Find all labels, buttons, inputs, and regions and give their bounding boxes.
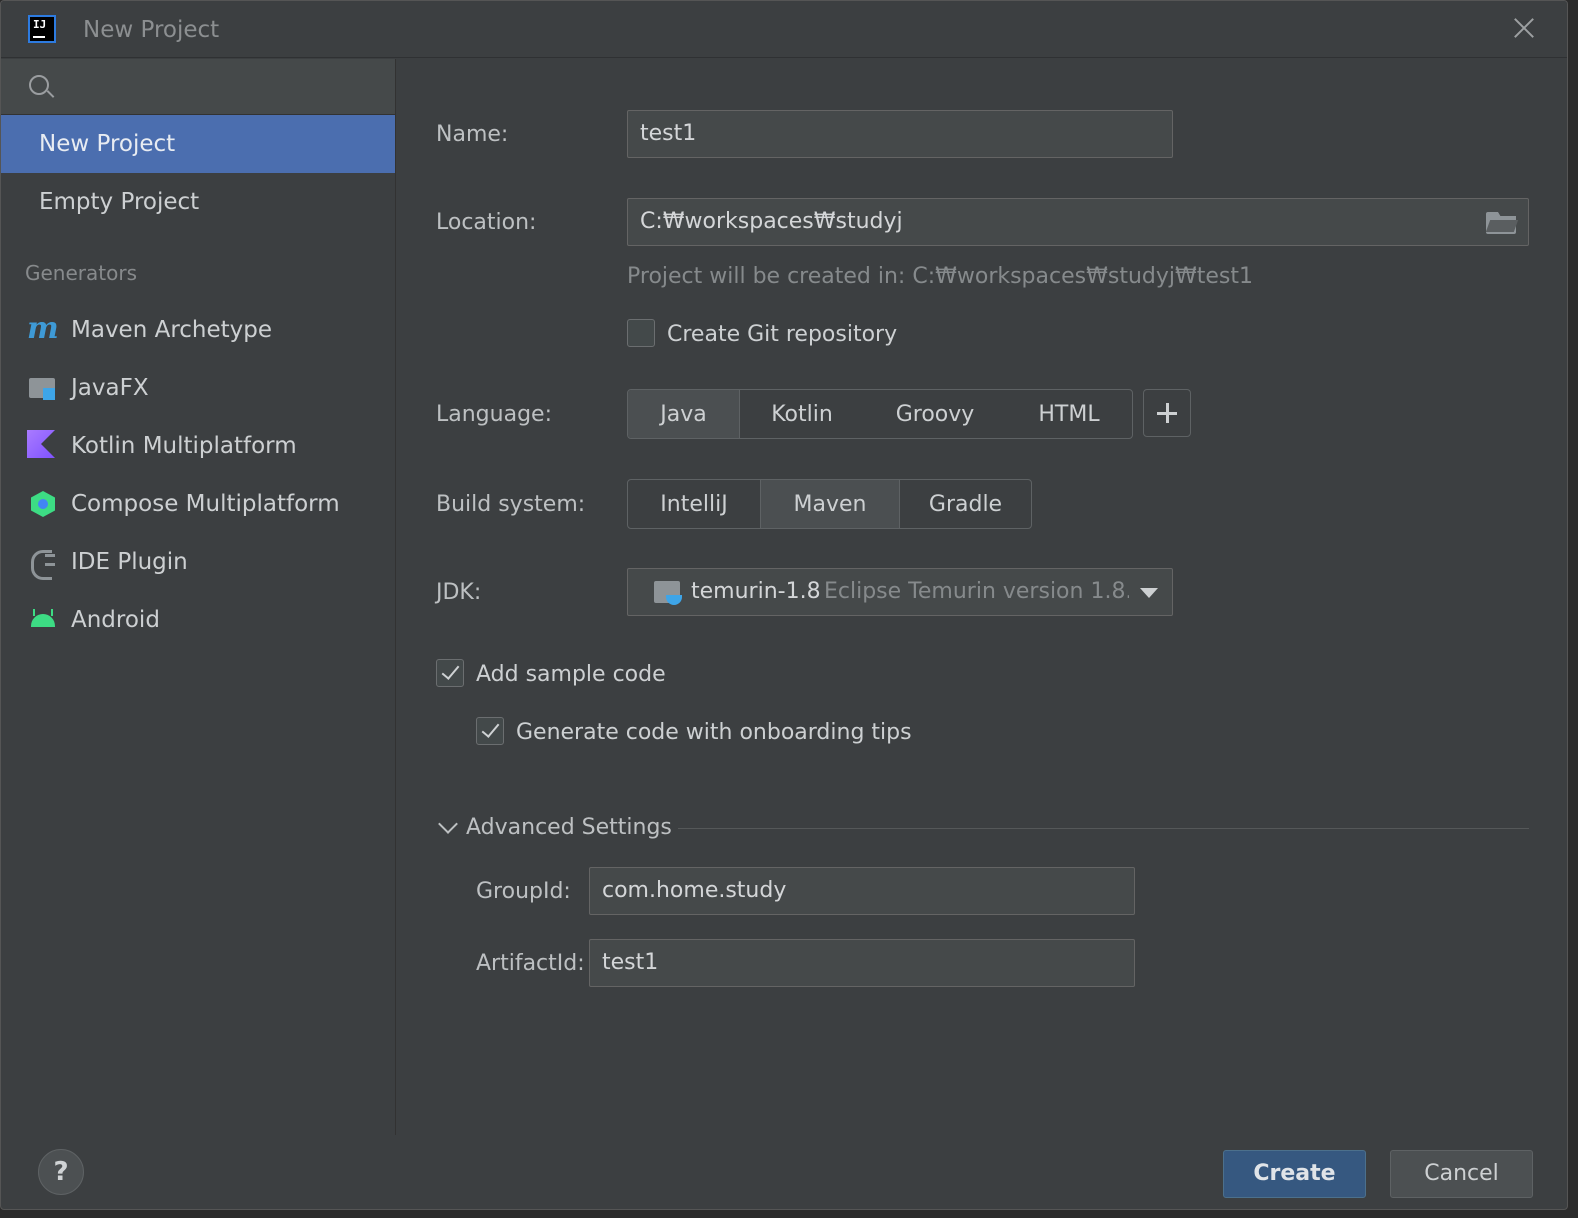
compose-icon: [27, 488, 59, 520]
dialog-title: New Project: [83, 17, 220, 43]
onboarding-tips-label: Generate code with onboarding tips: [516, 720, 912, 745]
sample-code-checkbox[interactable]: [436, 659, 464, 687]
jdk-dropdown[interactable]: temurin-1.8 Eclipse Temurin version 1.8.…: [627, 568, 1173, 616]
browse-folder-icon[interactable]: [1486, 210, 1516, 234]
generators-header: Generators: [25, 261, 137, 285]
name-label: Name:: [436, 122, 509, 147]
add-language-button[interactable]: [1143, 389, 1191, 437]
group-id-field[interactable]: com.home.study: [589, 867, 1135, 915]
sidebar-item-label: Kotlin Multiplatform: [71, 433, 297, 459]
maven-icon: m: [27, 311, 59, 346]
cancel-button[interactable]: Cancel: [1390, 1150, 1533, 1198]
chevron-down-icon[interactable]: [438, 814, 458, 834]
artifact-id-value: test1: [602, 950, 659, 975]
git-label: Create Git repository: [667, 322, 898, 347]
title-bar: IJ New Project: [1, 1, 1567, 58]
intellij-idea-icon: IJ: [28, 15, 56, 43]
sidebar-item-label: Android: [71, 607, 160, 633]
option-label: Kotlin: [771, 401, 833, 427]
location-value: C:₩workspaces₩studyj: [640, 209, 903, 234]
onboarding-tips-checkbox[interactable]: [476, 717, 504, 745]
location-field[interactable]: C:₩workspaces₩studyj: [627, 198, 1529, 246]
build-option-intellij[interactable]: IntelliJ: [628, 480, 760, 528]
option-label: Maven: [793, 491, 867, 517]
sidebar-item-new-project[interactable]: New Project: [1, 115, 395, 173]
artifact-id-field[interactable]: test1: [589, 939, 1135, 987]
kotlin-icon: [27, 430, 59, 462]
build-option-maven[interactable]: Maven: [760, 480, 900, 528]
name-field[interactable]: test1: [627, 110, 1173, 158]
jdk-label: JDK:: [436, 580, 482, 605]
git-checkbox[interactable]: [627, 319, 655, 347]
language-option-kotlin[interactable]: Kotlin: [740, 390, 864, 438]
sidebar-item-android[interactable]: Android: [1, 591, 395, 649]
sidebar-item-compose-multiplatform[interactable]: Compose Multiplatform: [1, 475, 395, 533]
sidebar-item-label: IDE Plugin: [71, 549, 188, 575]
plugin-icon: [27, 546, 59, 580]
advanced-settings-toggle[interactable]: Advanced Settings: [466, 815, 672, 840]
option-label: IntelliJ: [660, 491, 728, 517]
option-label: Groovy: [895, 401, 975, 427]
javafx-icon: [27, 372, 59, 404]
create-button[interactable]: Create: [1223, 1150, 1366, 1198]
language-label: Language:: [436, 402, 552, 427]
sidebar-item-label: Maven Archetype: [71, 317, 273, 343]
sidebar-item-ide-plugin[interactable]: IDE Plugin: [1, 533, 395, 591]
sidebar-item-label: JavaFX: [71, 375, 149, 401]
option-label: Gradle: [928, 491, 1003, 517]
artifact-id-label: ArtifactId:: [476, 951, 585, 976]
build-option-gradle[interactable]: Gradle: [900, 480, 1031, 528]
help-button[interactable]: ?: [38, 1149, 84, 1195]
sample-code-label: Add sample code: [476, 662, 666, 687]
sidebar-item-label: Empty Project: [39, 189, 200, 215]
android-icon: [27, 604, 59, 636]
sidebar-item-label: New Project: [39, 131, 176, 157]
sidebar-search[interactable]: [1, 59, 395, 115]
option-label: HTML: [1038, 401, 1100, 427]
sidebar-item-empty-project[interactable]: Empty Project: [1, 173, 395, 231]
location-hint: Project will be created in: C:₩workspace…: [627, 264, 1253, 289]
sidebar-item-maven-archetype[interactable]: m Maven Archetype: [1, 301, 395, 359]
build-system-label: Build system:: [436, 492, 586, 517]
language-option-html[interactable]: HTML: [1006, 390, 1132, 438]
language-option-groovy[interactable]: Groovy: [864, 390, 1006, 438]
jdk-name: temurin-1.8: [691, 579, 821, 604]
group-id-value: com.home.study: [602, 878, 787, 903]
name-value: test1: [640, 121, 697, 146]
new-project-dialog: IJ New Project New Project Empty Project…: [0, 0, 1568, 1210]
location-label: Location:: [436, 210, 537, 235]
sidebar-item-kotlin-multiplatform[interactable]: Kotlin Multiplatform: [1, 417, 395, 475]
section-divider: [678, 828, 1529, 829]
build-system-selector: IntelliJ Maven Gradle: [627, 479, 1032, 529]
chevron-down-icon[interactable]: [1140, 588, 1158, 598]
project-form: Name: test1 Location: C:₩workspaces₩stud…: [397, 59, 1567, 1135]
jdk-folder-icon: [654, 581, 684, 607]
language-option-java[interactable]: Java: [628, 390, 740, 438]
sidebar: New Project Empty Project Generators m M…: [1, 59, 396, 1135]
close-icon[interactable]: [1511, 15, 1537, 41]
option-label: Java: [660, 401, 707, 427]
sidebar-item-javafx[interactable]: JavaFX: [1, 359, 395, 417]
sidebar-item-label: Compose Multiplatform: [71, 491, 340, 517]
language-selector: Java Kotlin Groovy HTML: [627, 389, 1133, 439]
jdk-description: Eclipse Temurin version 1.8.0: [824, 579, 1129, 604]
search-icon: [29, 75, 49, 95]
group-id-label: GroupId:: [476, 879, 571, 904]
